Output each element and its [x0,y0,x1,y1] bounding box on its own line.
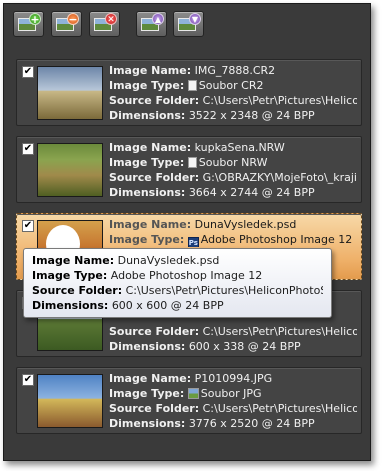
list-item[interactable]: ✔ Image Name: IMG_7888.CR2 Image Type: S… [16,59,362,126]
type-label: Image Type: [109,233,185,246]
image-list-panel: + − ✕ ▲ ▼ ✔ Image Name: IMG_7888.CR2 Ima… [3,3,371,461]
add-image-button[interactable]: + [13,11,44,37]
close-icon: ✕ [105,13,117,25]
file-icon [187,80,197,91]
toolbar: + − ✕ ▲ ▼ [4,4,370,50]
arrow-up-icon: ▲ [152,13,164,25]
dims-label: Dimensions: [109,186,186,199]
image-type: Soubor JPG [200,387,262,400]
dimensions: 3522 x 2348 @ 24 BPP [188,109,315,122]
image-name: kupkaSena.NRW [194,141,285,154]
tooltip-dims: 600 x 600 @ 24 BPP [111,299,224,312]
file-icon [187,157,197,168]
dimensions: 3664 x 2744 @ 24 BPP [188,186,315,199]
image-info: Image Name: DunaVysledek.psd Image Type:… [109,217,357,247]
photoshop-file-icon: Ps [187,237,199,247]
folder-label: Source Folder: [109,171,200,184]
image-thumbnail [37,143,103,197]
dims-label: Dimensions: [109,340,186,353]
image-thumbnail [37,374,103,428]
folder-label: Source Folder: [109,402,200,415]
include-checkbox[interactable]: ✔ [22,374,34,386]
list-item[interactable]: ✔ Image Name: kupkaSena.NRW Image Type: … [16,136,362,203]
image-type: Soubor CR2 [198,79,264,92]
source-folder: G:\OBRAZKY\MojeFoto\_krajina\... [202,171,357,184]
move-down-button[interactable]: ▼ [173,11,204,37]
tooltip-folder-label: Source Folder: [32,284,123,297]
plus-icon: + [29,13,41,26]
name-label: Image Name: [109,141,192,154]
include-checkbox[interactable]: ✔ [22,143,34,155]
dimensions: 3776 x 2520 @ 24 BPP [188,417,315,430]
image-type: Adobe Photoshop Image 12 [200,233,353,246]
image-file-icon [187,388,199,399]
tooltip-type-label: Image Type: [32,269,108,282]
folder-label: Source Folder: [109,325,200,338]
image-type: Soubor NRW [198,156,268,169]
tooltip-folder: C:\Users\Petr\Pictures\HeliconPhotoSafe\ [125,284,323,297]
dimensions: 600 x 338 @ 24 BPP [188,340,301,353]
tooltip-dims-label: Dimensions: [32,299,109,312]
source-folder: C:\Users\Petr\Pictures\HeliconP... [202,94,357,107]
dims-label: Dimensions: [109,417,186,430]
type-label: Image Type: [109,156,185,169]
image-info: Image Name: IMG_7888.CR2 Image Type: Sou… [109,63,357,123]
image-name: IMG_7888.CR2 [194,64,276,77]
move-up-button[interactable]: ▲ [136,11,167,37]
name-label: Image Name: [109,218,192,231]
type-label: Image Type: [109,387,185,400]
minus-icon: − [67,13,79,26]
arrow-down-icon: ▼ [189,13,201,25]
name-label: Image Name: [109,372,192,385]
image-info: Image Name: kupkaSena.NRW Image Type: So… [109,140,357,200]
remove-image-button[interactable]: − [51,11,82,37]
image-thumbnail [37,66,103,120]
image-name: DunaVysledek.psd [194,218,297,231]
list-item[interactable]: ✔ Image Name: P1010994.JPG Image Type: S… [16,367,362,434]
folder-label: Source Folder: [109,94,200,107]
include-checkbox[interactable]: ✔ [22,220,34,232]
tooltip-type: Adobe Photoshop Image 12 [110,269,263,282]
image-info: Image Name: P1010994.JPG Image Type: Sou… [109,371,357,431]
source-folder: C:\Users\Petr\Pictures\HeliconP... [202,325,357,338]
tooltip-name-label: Image Name: [32,254,115,267]
source-folder: C:\Users\Petr\Pictures\HeliconP... [202,402,357,415]
image-name: P1010994.JPG [194,372,273,385]
include-checkbox[interactable]: ✔ [22,66,34,78]
dims-label: Dimensions: [109,109,186,122]
name-label: Image Name: [109,64,192,77]
image-info-tooltip: Image Name: DunaVysledek.psd Image Type:… [23,248,332,318]
delete-image-button[interactable]: ✕ [89,11,120,37]
tooltip-name: DunaVysledek.psd [117,254,220,267]
type-label: Image Type: [109,79,185,92]
